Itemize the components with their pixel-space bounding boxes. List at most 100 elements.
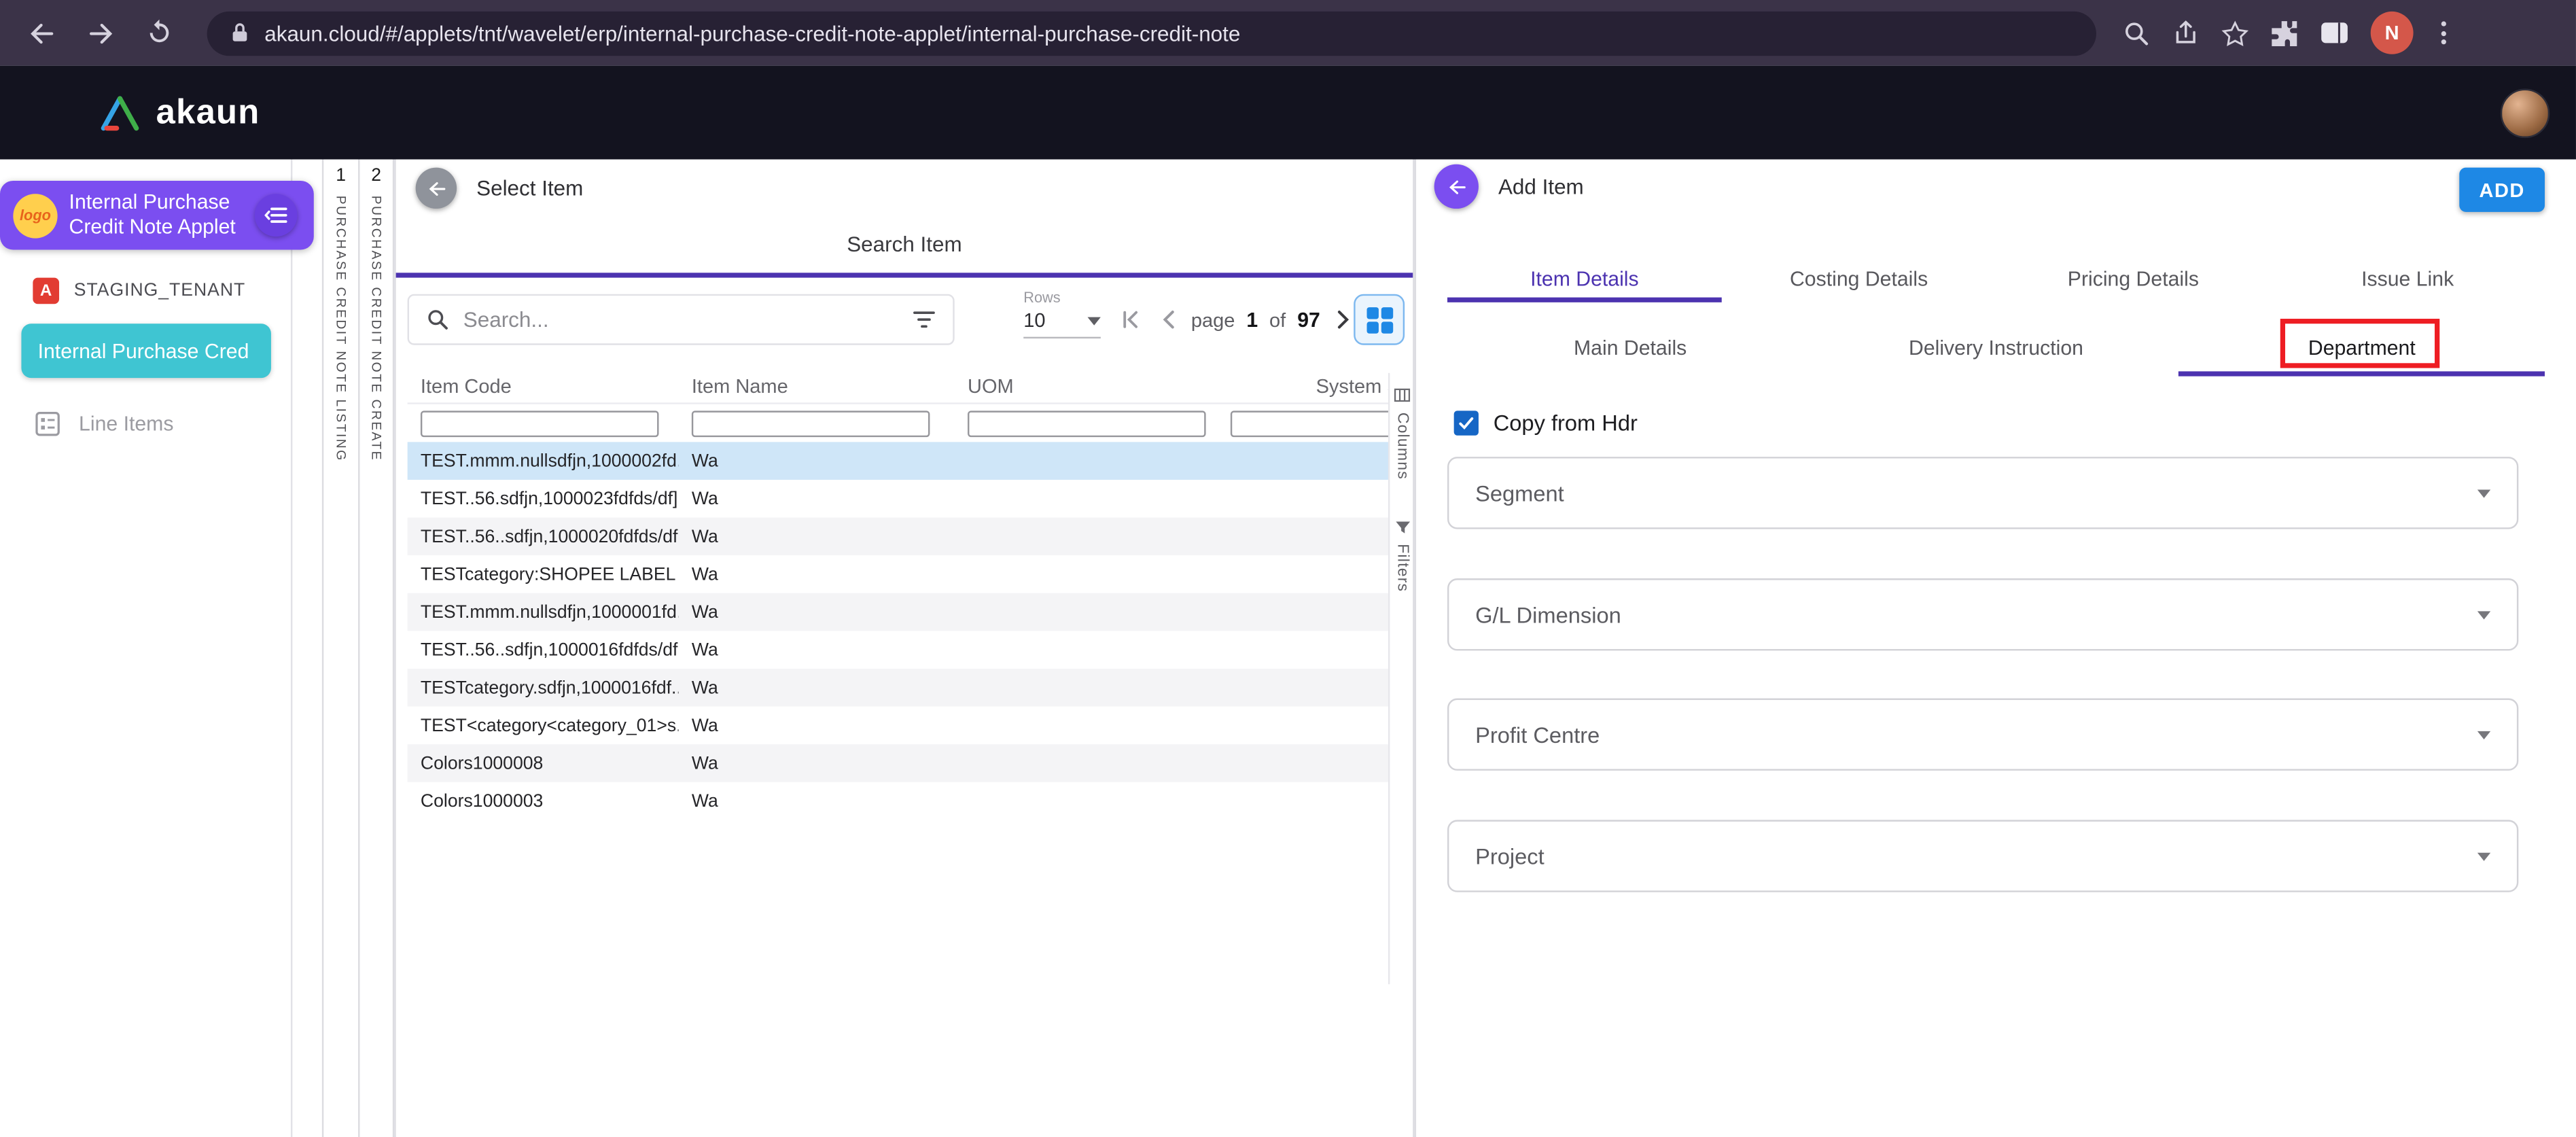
add-button[interactable]: ADD [2459, 168, 2545, 212]
project-dropdown[interactable]: Project [1447, 820, 2518, 892]
tab-costing-details[interactable]: Costing Details [1722, 256, 1996, 300]
side-panel-icon[interactable] [2320, 20, 2350, 46]
table-row[interactable]: TESTcategory.sdfjn,1000016fdf...Wa [408, 669, 1388, 707]
collapsed-panel-listing[interactable]: 1 PURCHASE CREDIT NOTE LISTING [322, 160, 358, 1137]
panel-title: Add Item [1498, 174, 1584, 198]
tab-delivery-instruction[interactable]: Delivery Instruction [1813, 326, 2178, 370]
cell-item-name: Wa [679, 678, 955, 697]
user-avatar[interactable] [2501, 88, 2550, 137]
dropdown-label: G/L Dimension [1475, 602, 1621, 627]
table-row[interactable]: TEST..56..sdfjn,1000016fdfds/df...Wa [408, 631, 1388, 669]
table-row[interactable]: TEST.mmm.nullsdfjn,1000002fd...Wa [408, 442, 1388, 480]
work-area: logo Internal Purchase Credit Note Apple… [0, 160, 2576, 1137]
back-button[interactable] [1434, 164, 1479, 209]
forward-icon[interactable] [75, 8, 125, 58]
panel-index: 2 [371, 166, 381, 186]
sidebar-item-line-items[interactable]: Line Items [35, 410, 174, 437]
cell-item-name: Wa [679, 527, 955, 546]
profit-centre-dropdown[interactable]: Profit Centre [1447, 699, 2518, 771]
table-row[interactable]: TEST..56.sdfjn,1000023fdfds/df]...Wa [408, 480, 1388, 518]
dropdown-label: Segment [1475, 480, 1564, 505]
table-side-tools: Columns Filters [1388, 373, 1415, 984]
brand-name: akaun [156, 93, 260, 133]
table-row[interactable]: TESTcategory:SHOPEE LABEL Ar...Wa [408, 555, 1388, 593]
back-button[interactable] [416, 168, 457, 209]
chevron-down-icon [2477, 610, 2490, 618]
star-icon[interactable] [2221, 19, 2249, 47]
rows-per-page-select[interactable]: Rows 10 [1023, 290, 1101, 339]
first-page-icon[interactable] [1118, 309, 1145, 330]
chevron-down-icon [2477, 489, 2490, 497]
gl-dimension-dropdown[interactable]: G/L Dimension [1447, 578, 2518, 650]
table-row[interactable]: TEST.mmm.nullsdfjn,1000001fd...Wa [408, 593, 1388, 631]
tab-main-details[interactable]: Main Details [1447, 326, 1813, 370]
browser-window: akaun.cloud/#/applets/tnt/wavelet/erp/in… [0, 0, 2576, 1137]
search-input[interactable] [463, 307, 899, 332]
filter-input-uom[interactable] [968, 410, 1206, 436]
back-icon[interactable] [16, 8, 66, 58]
table-header: Item Code Item Name UOM System Status [408, 368, 1388, 404]
rows-value: 10 [1023, 309, 1045, 332]
menu-toggle-icon[interactable] [255, 194, 298, 237]
sidebar-item-label: Line Items [79, 413, 173, 436]
applet-logo-placeholder: logo [13, 193, 57, 237]
tenant-name: STAGING_TENANT [74, 281, 245, 300]
tab-issue-link[interactable]: Issue Link [2270, 256, 2545, 300]
tab-search-item[interactable]: Search Item [396, 232, 1413, 256]
detail-tabs: Item Details Costing Details Pricing Det… [1447, 256, 2545, 300]
table-row[interactable]: TEST<category<category_01>s...Wa [408, 707, 1388, 745]
tab-pricing-details[interactable]: Pricing Details [1996, 256, 2271, 300]
column-header-item-code[interactable]: Item Code [408, 374, 679, 397]
table-row[interactable]: TEST..56..sdfjn,1000020fdfds/df...Wa [408, 518, 1388, 556]
tenant-row: A STAGING_TENANT [33, 278, 245, 304]
column-header-system-status[interactable]: System Status [1218, 374, 1388, 397]
search-icon [425, 307, 450, 332]
segment-dropdown[interactable]: Segment [1447, 457, 2518, 529]
next-page-icon[interactable] [1332, 309, 1355, 330]
filter-input-item-name[interactable] [692, 410, 930, 436]
filter-input-item-code[interactable] [421, 410, 659, 436]
share-icon[interactable] [2172, 19, 2200, 47]
filters-tool[interactable]: Filters [1393, 519, 1411, 592]
cell-item-code: TEST<category<category_01>s... [408, 716, 679, 735]
tab-item-details[interactable]: Item Details [1447, 256, 1722, 300]
copy-from-hdr-label: Copy from Hdr [1494, 410, 1638, 435]
columns-tool[interactable]: Columns [1393, 386, 1411, 480]
profile-avatar[interactable]: N [2371, 12, 2414, 54]
cell-item-code: TEST.mmm.nullsdfjn,1000001fd... [408, 602, 679, 622]
copy-from-hdr-row: Copy from Hdr [1454, 410, 1638, 435]
cell-item-name: Wa [679, 564, 955, 584]
lock-icon [230, 21, 249, 44]
more-vert-icon[interactable] [2435, 18, 2453, 48]
cell-item-code: Colors1000008 [408, 754, 679, 773]
tab-indicator [1447, 298, 1722, 302]
table-row[interactable]: Colors1000003Wa [408, 782, 1388, 820]
columns-icon [1393, 386, 1411, 404]
grid-view-icon[interactable] [1354, 294, 1405, 345]
rows-label: Rows [1023, 290, 1101, 306]
module-button[interactable]: Internal Purchase Cred [21, 323, 270, 378]
search-box [408, 294, 955, 345]
brand-logo-icon [99, 94, 141, 130]
table-row[interactable]: Colors1000008Wa [408, 744, 1388, 782]
cell-item-name: Wa [679, 754, 955, 773]
cell-item-name: Wa [679, 791, 955, 811]
filter-input-system-status[interactable] [1231, 410, 1388, 436]
chevron-down-icon [2477, 852, 2490, 860]
prev-page-icon[interactable] [1157, 309, 1180, 330]
column-header-item-name[interactable]: Item Name [679, 374, 955, 397]
total-pages: 97 [1297, 308, 1320, 331]
reload-icon[interactable] [135, 8, 184, 58]
filter-icon[interactable] [912, 309, 936, 330]
url-bar[interactable]: akaun.cloud/#/applets/tnt/wavelet/erp/in… [207, 11, 2096, 55]
of-word: of [1269, 308, 1286, 331]
add-item-panel: Add Item ADD Item Details Costing Detail… [1415, 160, 2576, 1137]
search-icon[interactable] [2123, 19, 2151, 47]
extensions-icon[interactable] [2270, 19, 2298, 47]
column-header-uom[interactable]: UOM [955, 374, 1218, 397]
annotation-highlight [2280, 319, 2440, 368]
copy-from-hdr-checkbox[interactable] [1454, 410, 1479, 435]
collapsed-panel-create[interactable]: 2 PURCHASE CREDIT NOTE CREATE [358, 160, 394, 1137]
cell-item-code: TESTcategory:SHOPEE LABEL Ar... [408, 564, 679, 584]
line-items-icon [35, 410, 61, 437]
